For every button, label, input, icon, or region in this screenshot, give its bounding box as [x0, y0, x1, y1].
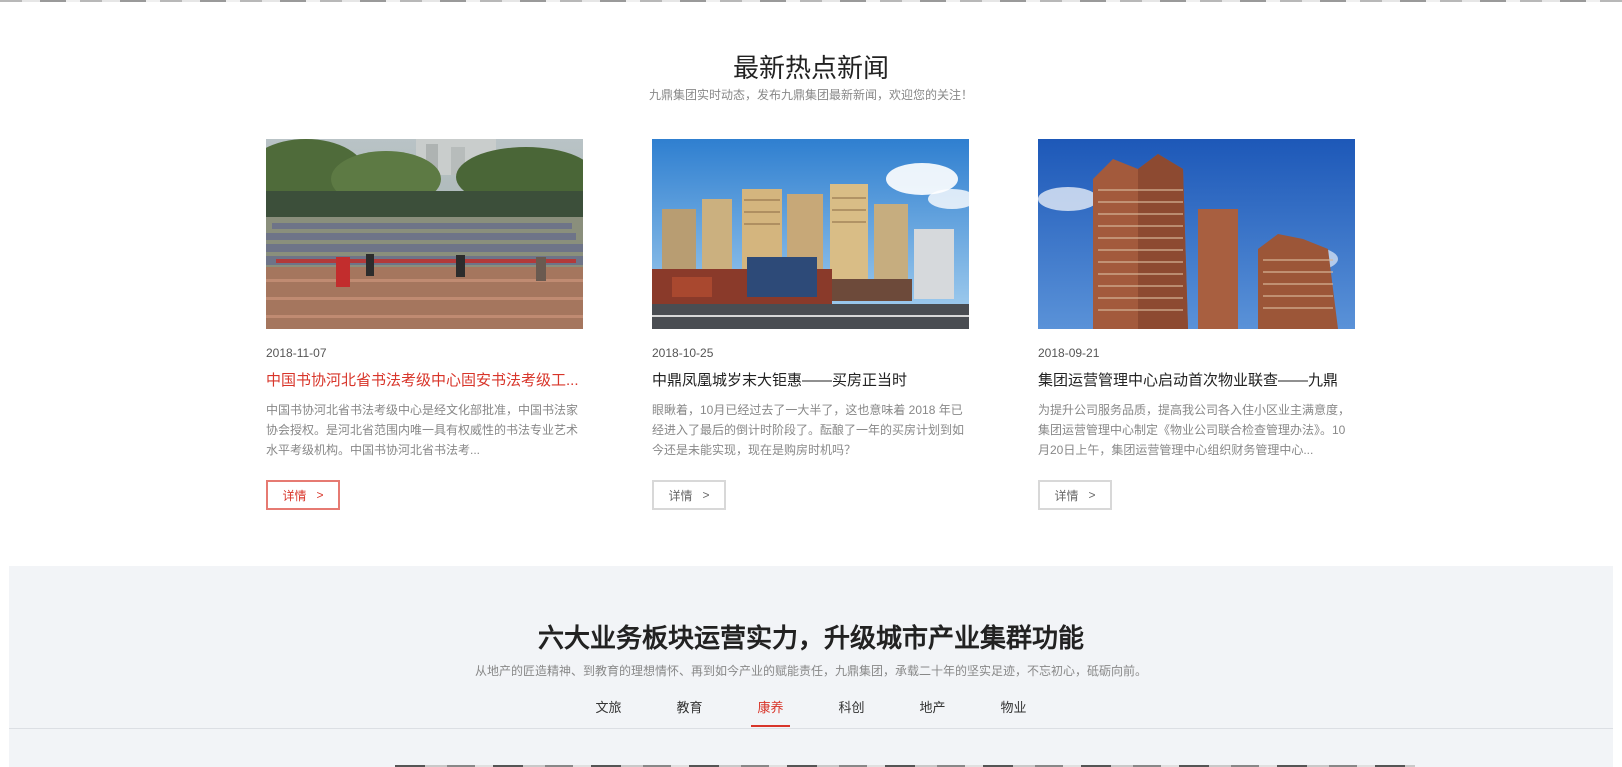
detail-button-label: 详情 — [668, 488, 693, 503]
news-card: 2018-09-21 集团运营管理中心启动首次物业联查——九鼎 为提升公司服务品… — [1038, 139, 1355, 510]
detail-button-label: 详情 — [1054, 488, 1079, 503]
tab-property-management[interactable]: 物业 — [973, 690, 1054, 726]
chevron-right-icon: > — [702, 488, 710, 502]
business-tabs: 文旅 教育 康养 科创 地产 物业 — [9, 690, 1613, 727]
news-description: 中国书协河北省书法考级中心是经文化部批准，中国书法家协会授权。是河北省范围内唯一… — [266, 403, 579, 457]
news-title-link[interactable]: 中国书协河北省书法考级中心固安书法考级工... — [266, 371, 583, 391]
news-card: 2018-10-25 中鼎凤凰城岁末大钜惠——买房正当时 眼瞅着，10月已经过去… — [652, 139, 969, 510]
news-image-school-ceremony[interactable] — [266, 139, 583, 329]
tab-real-estate[interactable]: 地产 — [892, 690, 973, 726]
news-date: 2018-10-25 — [652, 346, 714, 360]
news-description: 眼瞅着，10月已经过去了一大半了，这也意味着 2018 年已经进入了最后的倒计时… — [652, 403, 965, 457]
news-date: 2018-11-07 — [266, 346, 327, 360]
chevron-right-icon: > — [1088, 488, 1096, 502]
news-title-link[interactable]: 中鼎凤凰城岁末大钜惠——买房正当时 — [652, 371, 969, 391]
tab-health-care[interactable]: 康养 — [730, 690, 811, 727]
chevron-right-icon: > — [316, 488, 324, 502]
news-section: 最新热点新闻 九鼎集团实时动态，发布九鼎集团最新新闻，欢迎您的关注！ 2018-… — [0, 0, 1622, 565]
business-section-subtitle: 从地产的匠造精神、到教育的理想情怀、再到如今产业的赋能责任，九鼎集团，承载二十年… — [474, 664, 1147, 678]
news-card: 2018-11-07 中国书协河北省书法考级中心固安书法考级工... 中国书协河… — [266, 139, 583, 510]
news-image-apartment-towers[interactable] — [1038, 139, 1355, 329]
news-description: 为提升公司服务品质，提高我公司各入住小区业主满意度，集团运营管理中心制定《物业公… — [1038, 403, 1351, 457]
tabs-divider — [9, 728, 1613, 729]
tab-education[interactable]: 教育 — [649, 690, 730, 726]
detail-button[interactable]: 详情 > — [1038, 480, 1112, 510]
tab-culture-tourism[interactable]: 文旅 — [568, 690, 649, 726]
news-section-subtitle: 九鼎集团实时动态，发布九鼎集团最新新闻，欢迎您的关注！ — [648, 88, 973, 102]
detail-button[interactable]: 详情 > — [652, 480, 726, 510]
news-section-title: 最新热点新闻 — [732, 53, 889, 83]
news-image-residential-complex[interactable] — [652, 139, 969, 329]
business-section: 六大业务板块运营实力，升级城市产业集群功能 从地产的匠造精神、到教育的理想情怀、… — [9, 566, 1613, 767]
news-date: 2018-09-21 — [1038, 346, 1100, 360]
detail-button[interactable]: 详情 > — [266, 480, 340, 510]
news-title-link[interactable]: 集团运营管理中心启动首次物业联查——九鼎 — [1038, 371, 1355, 391]
business-section-title: 六大业务板块运营实力，升级城市产业集群功能 — [537, 623, 1084, 653]
tab-sci-tech[interactable]: 科创 — [811, 690, 892, 726]
detail-button-label: 详情 — [282, 488, 307, 503]
